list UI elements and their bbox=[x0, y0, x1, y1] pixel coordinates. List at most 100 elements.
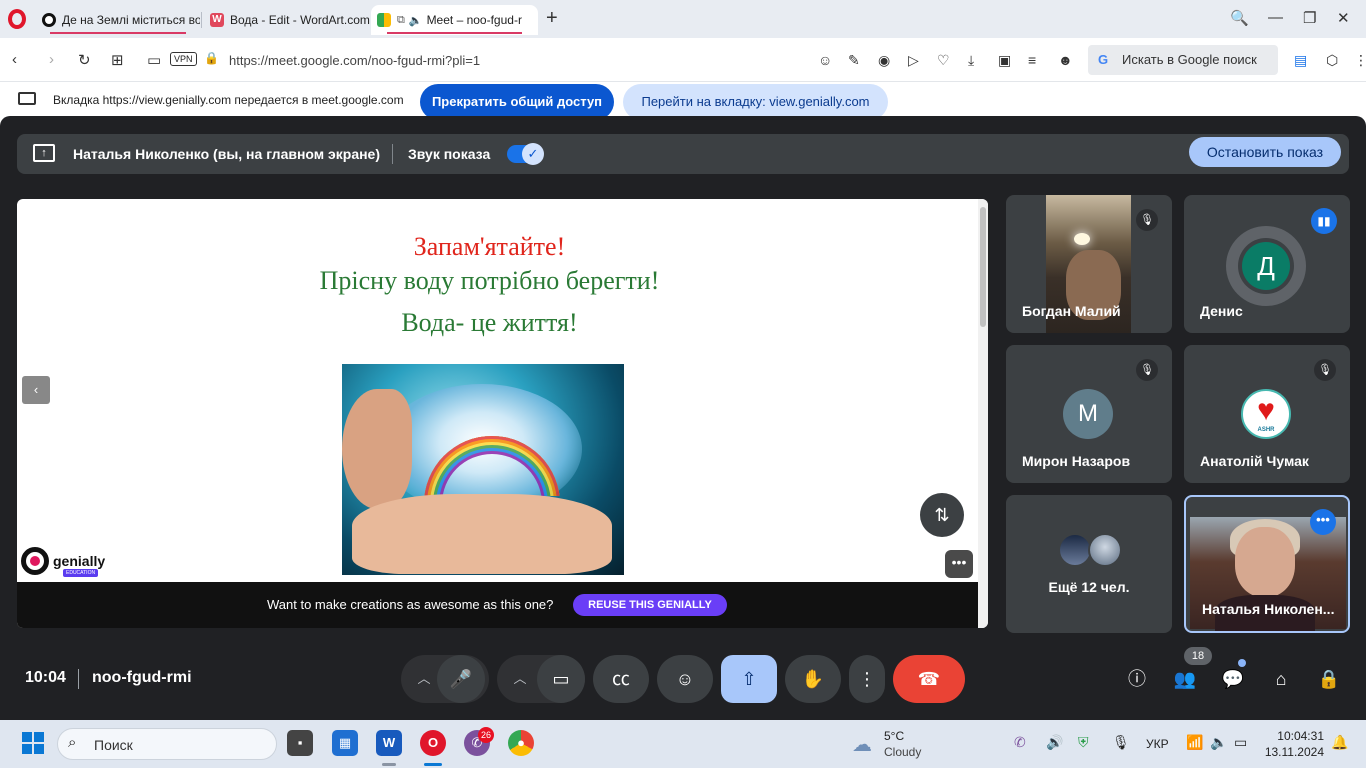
meeting-code: noo-fgud-rmi bbox=[92, 669, 192, 686]
profile-icon[interactable]: ☻ bbox=[1058, 52, 1073, 68]
participant-tile[interactable]: М 🎙 Мирон Назаров bbox=[1006, 345, 1172, 483]
meet-area: ↑ Наталья Николенко (вы, на главном экра… bbox=[0, 116, 1366, 720]
more-participants-tile[interactable]: Ещё 12 чел. bbox=[1006, 495, 1172, 633]
url-field[interactable]: https://meet.google.com/noo-fgud-rmi?pli… bbox=[229, 53, 480, 68]
extension-icon[interactable]: ▤ bbox=[1294, 52, 1307, 69]
send-icon[interactable]: ▷ bbox=[908, 52, 919, 69]
more-options-button[interactable]: ⋮ bbox=[849, 655, 885, 703]
weather-temperature[interactable]: 5°C bbox=[884, 729, 904, 743]
download-icon[interactable]: ⤓ bbox=[968, 52, 974, 69]
participant-tile[interactable]: ♥ ASHR 🎙 Анатолій Чумак bbox=[1184, 345, 1350, 483]
app-active-indicator bbox=[424, 763, 442, 766]
scroll-thumb[interactable] bbox=[980, 207, 986, 327]
close-icon[interactable]: ✕ bbox=[1337, 9, 1350, 27]
google-search-input[interactable]: G Искать в Google поиск bbox=[1088, 45, 1278, 75]
more-icon[interactable]: ⋮ bbox=[1354, 52, 1366, 69]
opera-icon[interactable]: O bbox=[420, 730, 446, 756]
emoji-icon[interactable]: ☺ bbox=[818, 52, 832, 68]
windows-start-icon[interactable] bbox=[22, 732, 44, 754]
more-options-icon[interactable]: ••• bbox=[1310, 509, 1336, 535]
notifications-bell-icon[interactable]: 🔔 bbox=[1331, 734, 1348, 751]
opera-logo-icon[interactable] bbox=[8, 9, 26, 29]
restore-icon[interactable]: ❐ bbox=[1303, 9, 1316, 27]
security-tray-icon[interactable]: ⛨ bbox=[1078, 734, 1089, 751]
word-icon[interactable]: W bbox=[376, 730, 402, 756]
go-to-tab-button[interactable]: Перейти на вкладку: view.genially.com bbox=[623, 84, 888, 120]
mic-tray-icon[interactable]: 🎙 bbox=[1112, 734, 1130, 751]
host-controls-icon[interactable]: 🔒 bbox=[1316, 666, 1342, 692]
forward-icon[interactable]: › bbox=[49, 51, 54, 68]
tab-genially[interactable]: Де на Землі міститься вод bbox=[36, 5, 200, 35]
taskbar-date[interactable]: 13.11.2024 bbox=[1264, 745, 1324, 759]
participant-tile[interactable]: 🎙 Богдан Малий bbox=[1006, 195, 1172, 333]
tab-meet[interactable]: ⧉ 🔈 Meet – noo-fgud-r bbox=[371, 5, 538, 35]
leave-call-button[interactable]: ☎ bbox=[893, 655, 965, 703]
tab-wordart[interactable]: W Вода - Edit - WordArt.com bbox=[204, 5, 370, 35]
viber-tray-icon[interactable]: ✆ bbox=[1014, 734, 1026, 751]
slide-more-button[interactable]: ••• bbox=[945, 550, 973, 578]
speaker-tray-icon[interactable]: 🔈 bbox=[1210, 734, 1227, 751]
slide-line-2: Прісну воду потрібно берегти! bbox=[319, 266, 660, 295]
store-icon[interactable]: ▦ bbox=[332, 730, 358, 756]
wifi-icon[interactable]: 📶 bbox=[1186, 734, 1203, 751]
cube-icon[interactable]: ⬡ bbox=[1326, 52, 1338, 69]
tab-search-icon[interactable]: 🔍 bbox=[1230, 9, 1249, 27]
slide-scrollbar[interactable] bbox=[978, 199, 988, 628]
language-indicator[interactable]: УКР bbox=[1146, 737, 1169, 751]
menu-icon[interactable]: ≡ bbox=[1028, 52, 1036, 68]
reuse-genially-button[interactable]: REUSE THIS GENIALLY bbox=[573, 594, 727, 616]
taskbar-time[interactable]: 10:04:31 bbox=[1272, 729, 1324, 743]
sound-toggle[interactable]: ✓ bbox=[507, 143, 544, 165]
raise-hand-button[interactable]: ✋ bbox=[785, 655, 841, 703]
player-icon[interactable]: ▣ bbox=[998, 52, 1011, 69]
speaker-icon[interactable]: 🔈 bbox=[409, 14, 423, 27]
participant-name: Анатолій Чумак bbox=[1200, 453, 1309, 469]
swap-layout-icon[interactable]: ⇅ bbox=[920, 493, 964, 537]
people-icon[interactable]: 👥 bbox=[1172, 666, 1198, 692]
meeting-info-icon[interactable]: ⓘ bbox=[1124, 666, 1150, 692]
cloud-icon[interactable]: ☁ bbox=[852, 732, 872, 757]
heart-icon[interactable]: ♡ bbox=[937, 52, 950, 69]
present-button[interactable]: ⇧ bbox=[721, 655, 777, 703]
avatar bbox=[1058, 533, 1092, 567]
shared-slide: Запам'ятайте! Прісну воду потрібно берег… bbox=[17, 199, 988, 628]
stop-sharing-button[interactable]: Прекратить общий доступ bbox=[420, 84, 614, 120]
snapshot-icon[interactable]: ◉ bbox=[878, 52, 890, 69]
lock-icon[interactable]: 🔒 bbox=[204, 51, 219, 65]
task-view-icon[interactable]: ▪ bbox=[287, 730, 313, 756]
video-settings-chevron-icon[interactable]: ︿ bbox=[503, 655, 537, 703]
edit-icon[interactable]: ✎ bbox=[848, 52, 860, 69]
captions-button[interactable]: ㏄ bbox=[593, 655, 649, 703]
participant-tile[interactable]: Д ▮▮ Денис bbox=[1184, 195, 1350, 333]
genially-promo-bar: Want to make creations as awesome as thi… bbox=[17, 582, 978, 628]
chat-icon[interactable]: 💬 bbox=[1220, 666, 1246, 692]
presentation-bar: ↑ Наталья Николенко (вы, на главном экра… bbox=[17, 134, 1349, 174]
stop-presenting-button[interactable]: Остановить показ bbox=[1189, 137, 1341, 167]
camera-button[interactable]: ▭ bbox=[537, 655, 585, 703]
volume-tray-icon[interactable]: 🔊 bbox=[1046, 734, 1063, 751]
previous-slide-button[interactable]: ‹ bbox=[22, 376, 50, 404]
genially-logo[interactable]: genially EDUCATION bbox=[21, 547, 105, 577]
pip-icon[interactable]: ⧉ bbox=[397, 14, 405, 27]
back-icon[interactable]: ‹ bbox=[12, 51, 17, 68]
self-tile[interactable]: ••• Наталья Николен... bbox=[1184, 495, 1350, 633]
search-icon: ⌕ bbox=[68, 734, 77, 751]
activities-icon[interactable]: ⌂ bbox=[1268, 666, 1294, 692]
minimize-icon[interactable]: — bbox=[1268, 9, 1283, 26]
vpn-badge[interactable]: VPN bbox=[170, 52, 197, 66]
camera-icon[interactable]: ▭ bbox=[147, 51, 161, 69]
audio-settings-chevron-icon[interactable]: ︿ bbox=[407, 655, 441, 703]
weather-description[interactable]: Cloudy bbox=[884, 745, 921, 759]
reactions-button[interactable]: ☺ bbox=[657, 655, 713, 703]
chrome-icon[interactable]: ● bbox=[508, 730, 534, 756]
participant-name: Наталья Николен... bbox=[1202, 601, 1335, 617]
microphone-button[interactable]: 🎤 bbox=[437, 655, 485, 703]
meet-favicon-icon bbox=[377, 13, 391, 27]
battery-icon[interactable]: ▭ bbox=[1234, 734, 1247, 751]
reload-icon[interactable]: ↻ bbox=[78, 51, 91, 69]
new-tab-button[interactable]: + bbox=[546, 8, 558, 28]
speed-dial-icon[interactable]: ⊞ bbox=[111, 51, 124, 69]
tab-separator bbox=[201, 12, 202, 28]
hand-shape bbox=[342, 389, 412, 509]
taskbar-search-input[interactable]: ⌕ Поиск bbox=[57, 728, 277, 760]
